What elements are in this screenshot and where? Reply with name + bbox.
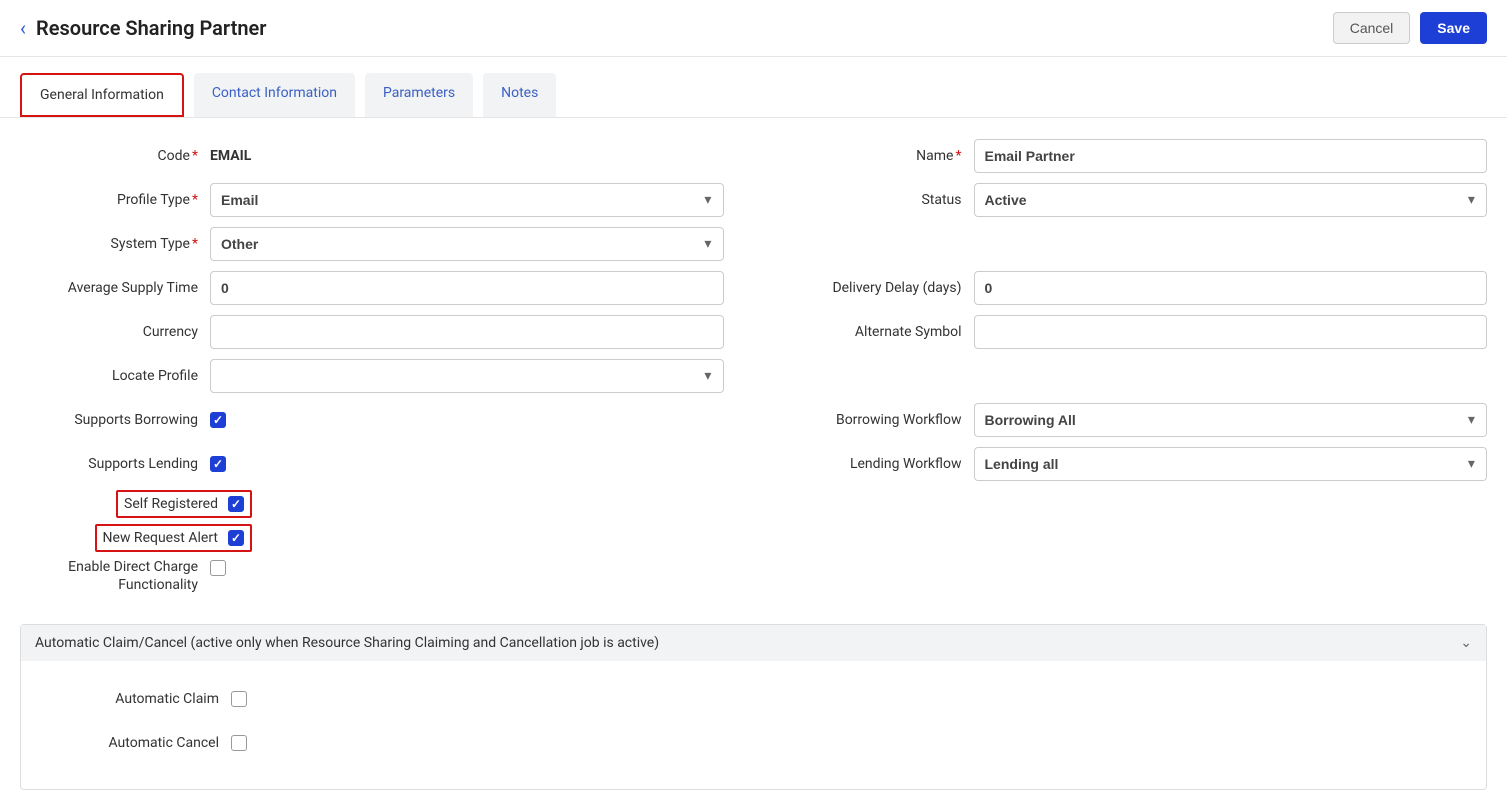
- status-label: Status: [921, 192, 961, 208]
- code-value: EMAIL: [210, 148, 251, 164]
- currency-label: Currency: [143, 324, 198, 340]
- supports-lending-label: Supports Lending: [88, 456, 198, 472]
- code-label: Code: [158, 148, 190, 164]
- locate-profile-dropdown-button[interactable]: ▾: [693, 359, 723, 393]
- borrowing-workflow-select[interactable]: [974, 403, 1457, 437]
- required-indicator: *: [955, 148, 961, 164]
- system-type-select[interactable]: [210, 227, 693, 261]
- avg-supply-time-label: Average Supply Time: [68, 280, 198, 296]
- currency-input[interactable]: [210, 315, 724, 349]
- delivery-delay-label: Delivery Delay (days): [832, 280, 961, 296]
- new-request-alert-label: New Request Alert: [97, 530, 228, 546]
- required-indicator: *: [192, 236, 198, 252]
- back-chevron-icon[interactable]: ‹: [20, 16, 26, 40]
- alternate-symbol-input[interactable]: [974, 315, 1488, 349]
- required-indicator: *: [192, 192, 198, 208]
- save-button[interactable]: Save: [1420, 12, 1487, 44]
- avg-supply-time-input[interactable]: [210, 271, 724, 305]
- chevron-down-icon: ▾: [704, 368, 711, 384]
- borrowing-workflow-label: Borrowing Workflow: [836, 412, 962, 428]
- tab-general-information[interactable]: General Information: [20, 73, 184, 117]
- chevron-down-icon: ▾: [1468, 192, 1475, 208]
- supports-lending-checkbox[interactable]: [210, 456, 226, 472]
- required-indicator: *: [192, 148, 198, 164]
- locate-profile-label: Locate Profile: [112, 368, 198, 384]
- status-dropdown-button[interactable]: ▾: [1457, 183, 1487, 217]
- tab-contact-information[interactable]: Contact Information: [194, 73, 355, 117]
- supports-borrowing-checkbox[interactable]: [210, 412, 226, 428]
- self-registered-label: Self Registered: [118, 496, 228, 512]
- automatic-claim-cancel-section: Automatic Claim/Cancel (active only when…: [20, 624, 1487, 790]
- enable-direct-charge-checkbox[interactable]: [210, 560, 226, 576]
- borrowing-workflow-dropdown-button[interactable]: ▾: [1457, 403, 1487, 437]
- profile-type-label: Profile Type: [117, 192, 190, 208]
- lending-workflow-dropdown-button[interactable]: ▾: [1457, 447, 1487, 481]
- chevron-down-icon: ▾: [704, 236, 711, 252]
- chevron-down-icon: ▾: [704, 192, 711, 208]
- profile-type-dropdown-button[interactable]: ▾: [693, 183, 723, 217]
- chevron-down-icon: ▾: [1468, 412, 1475, 428]
- page-title: Resource Sharing Partner: [36, 16, 266, 40]
- alternate-symbol-label: Alternate Symbol: [855, 324, 962, 340]
- tab-parameters[interactable]: Parameters: [365, 73, 473, 117]
- lending-workflow-label: Lending Workflow: [850, 456, 962, 472]
- self-registered-checkbox[interactable]: [228, 496, 244, 512]
- delivery-delay-input[interactable]: [974, 271, 1488, 305]
- automatic-cancel-checkbox[interactable]: [231, 735, 247, 751]
- name-label: Name: [916, 148, 953, 164]
- tabs-container: General Information Contact Information …: [0, 73, 1507, 118]
- chevron-down-icon: ▾: [1468, 456, 1475, 472]
- name-input[interactable]: [974, 139, 1488, 173]
- supports-borrowing-label: Supports Borrowing: [74, 412, 198, 428]
- collapsible-title: Automatic Claim/Cancel (active only when…: [35, 635, 659, 651]
- cancel-button[interactable]: Cancel: [1333, 12, 1411, 44]
- locate-profile-select[interactable]: [210, 359, 693, 393]
- automatic-claim-cancel-header[interactable]: Automatic Claim/Cancel (active only when…: [21, 625, 1486, 661]
- status-select[interactable]: [974, 183, 1457, 217]
- automatic-cancel-label: Automatic Cancel: [109, 735, 220, 751]
- system-type-dropdown-button[interactable]: ▾: [693, 227, 723, 261]
- new-request-alert-checkbox[interactable]: [228, 530, 244, 546]
- chevron-down-icon: ⌄: [1460, 635, 1472, 651]
- lending-workflow-select[interactable]: [974, 447, 1457, 481]
- enable-direct-charge-label: Enable Direct Charge Functionality: [68, 559, 198, 593]
- tab-notes[interactable]: Notes: [483, 73, 556, 117]
- profile-type-select[interactable]: [210, 183, 693, 217]
- system-type-label: System Type: [111, 236, 190, 252]
